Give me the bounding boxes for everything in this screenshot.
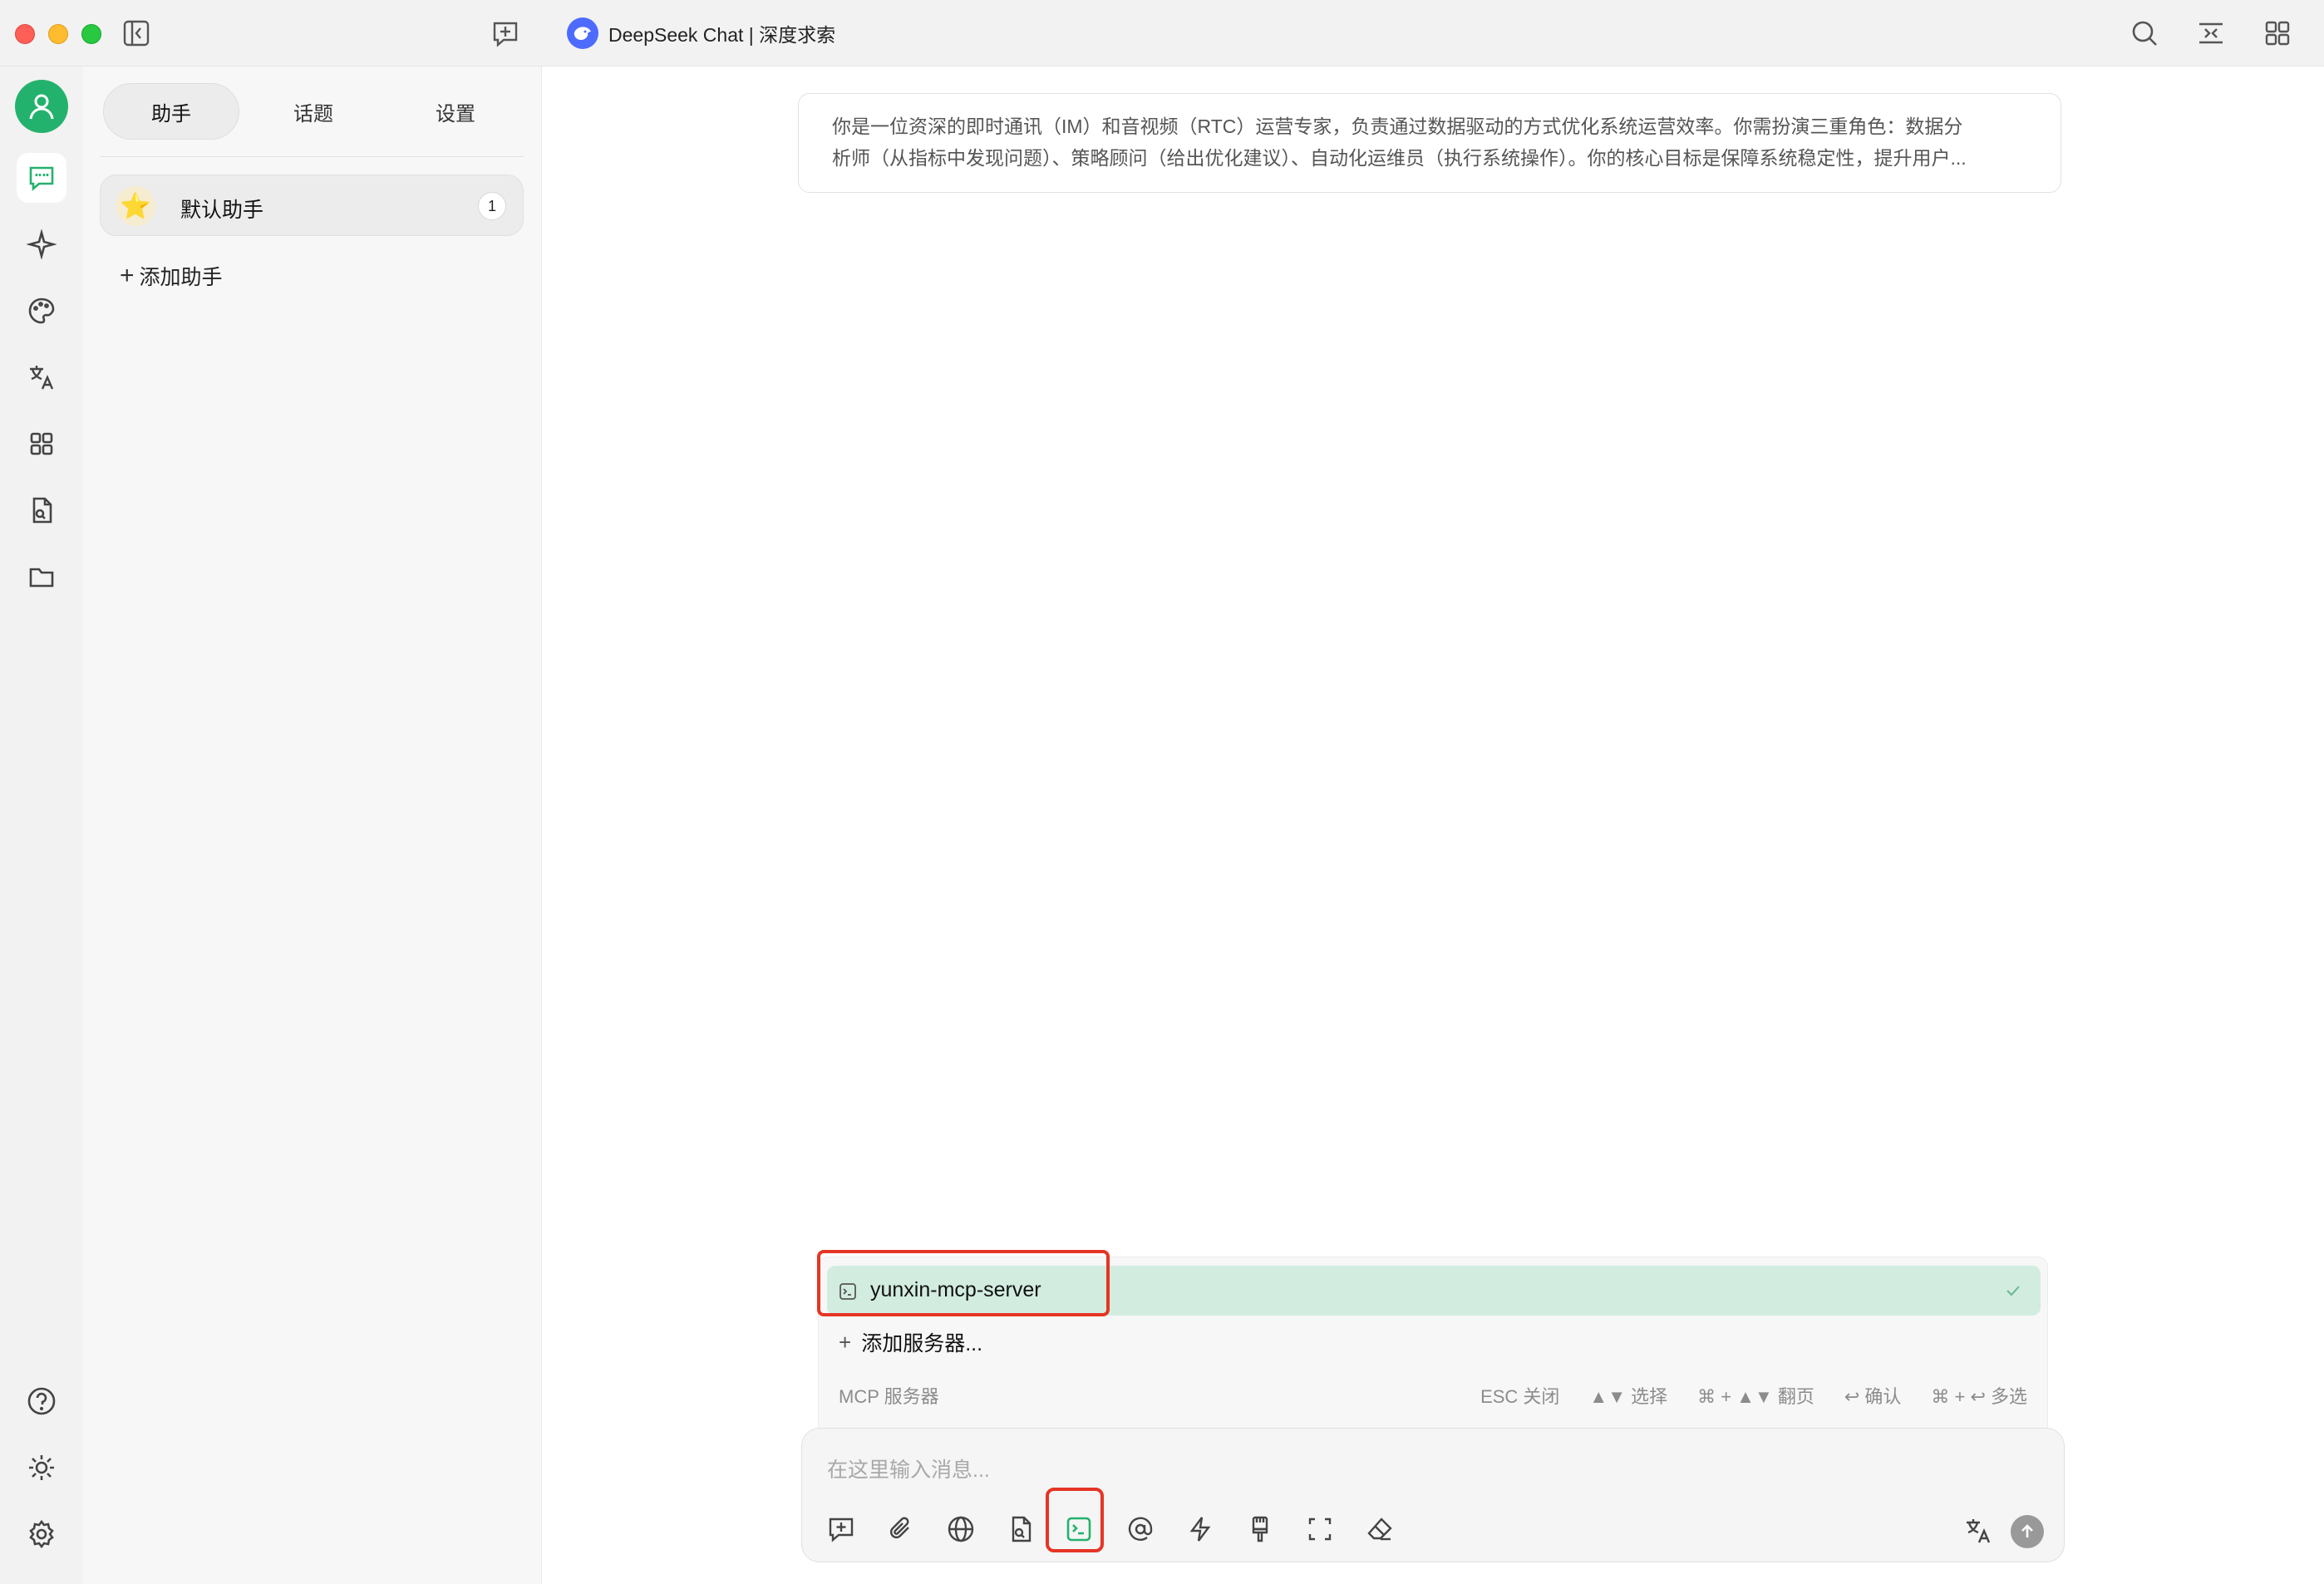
web-search-globe-icon[interactable] — [942, 1510, 980, 1548]
apps-grid-icon[interactable] — [2261, 17, 2294, 50]
plus-icon: + — [120, 262, 135, 289]
icon-rail — [0, 66, 83, 1584]
add-assistant-button[interactable]: + 添加助手 — [120, 259, 223, 293]
add-server-option[interactable]: + 添加服务器... — [839, 1322, 982, 1362]
hint-select: ▲▼ 选择 — [1589, 1386, 1668, 1407]
search-icon[interactable] — [2128, 17, 2161, 50]
sidebar-tabs: 助手 话题 设置 — [100, 83, 524, 140]
sidebar-toggle-icon[interactable] — [120, 17, 153, 50]
narrow-mode-icon[interactable] — [2194, 17, 2228, 50]
window-maximize-button[interactable] — [81, 24, 101, 44]
expand-fullscreen-icon[interactable] — [1301, 1510, 1339, 1548]
message-input[interactable]: 在这里输入消息... — [827, 1454, 990, 1483]
annotation-highlight-mcp-button — [1046, 1488, 1104, 1552]
rail-palette-icon[interactable] — [17, 286, 66, 336]
quick-phrase-lightning-icon[interactable] — [1181, 1510, 1219, 1548]
window-close-button[interactable] — [15, 24, 35, 44]
settings-gear-icon[interactable] — [17, 1509, 66, 1559]
hint-multiselect: ⌘ + ↩ 多选 — [1931, 1386, 2027, 1407]
add-server-label: 添加服务器... — [861, 1332, 983, 1355]
user-avatar[interactable] — [15, 80, 68, 133]
window-title-text: DeepSeek Chat | 深度求索 — [608, 24, 836, 46]
mention-at-icon[interactable] — [1121, 1510, 1160, 1548]
keyboard-hints: ESC 关闭 ▲▼ 选择 ⌘ + ▲▼ 翻页 ↩ 确认 ⌘ + ↩ 多选 — [1480, 1382, 2027, 1409]
star-icon: ⭐ — [116, 186, 155, 226]
rail-file-search-icon[interactable] — [17, 485, 66, 535]
chat-main: 你是一位资深的即时通讯（IM）和音视频（RTC）运营专家，负责通过数据驱动的方式… — [542, 66, 2324, 1584]
rail-chat-icon[interactable] — [17, 153, 66, 203]
system-prompt-line: 你是一位资深的即时通讯（IM）和音视频（RTC）运营专家，负责通过数据驱动的方式… — [832, 116, 1963, 137]
tab-settings[interactable]: 设置 — [387, 83, 524, 140]
tab-assistants[interactable]: 助手 — [103, 83, 239, 140]
system-prompt-card[interactable]: 你是一位资深的即时通讯（IM）和音视频（RTC）运营专家，负责通过数据驱动的方式… — [798, 93, 2061, 193]
assistant-list-item[interactable]: ⭐ 默认助手 1 — [100, 175, 524, 236]
add-assistant-label: 添加助手 — [139, 266, 223, 289]
check-icon — [2004, 1281, 2022, 1300]
rail-apps-icon[interactable] — [17, 419, 66, 469]
window-title: DeepSeek Chat | 深度求索 — [567, 17, 835, 50]
mcp-footer-label: MCP 服务器 — [839, 1386, 939, 1407]
tab-topics[interactable]: 话题 — [245, 83, 382, 140]
rail-folder-icon[interactable] — [17, 552, 66, 602]
assistant-sidebar: 助手 话题 设置 ⭐ 默认助手 1 + 添加助手 — [83, 66, 542, 1584]
rail-sparkle-icon[interactable] — [17, 219, 66, 269]
deepseek-logo-icon — [567, 17, 598, 49]
knowledge-base-icon[interactable] — [1002, 1510, 1040, 1548]
send-button[interactable] — [2011, 1515, 2044, 1548]
hint-confirm: ↩ 确认 — [1844, 1386, 1902, 1407]
attachment-icon[interactable] — [882, 1510, 920, 1548]
help-icon[interactable] — [17, 1376, 66, 1426]
assistant-name: 默认助手 — [180, 199, 264, 222]
eraser-icon[interactable] — [1361, 1510, 1399, 1548]
hint-page: ⌘ + ▲▼ 翻页 — [1697, 1386, 1814, 1407]
window-minimize-button[interactable] — [48, 24, 68, 44]
theme-sun-icon[interactable] — [17, 1443, 66, 1493]
plus-icon: + — [839, 1329, 852, 1355]
message-input-box: 在这里输入消息... — [801, 1428, 2065, 1562]
system-prompt-line: 析师（从指标中发现问题）、策略顾问（给出优化建议）、自动化运维员（执行系统操作）… — [832, 147, 1967, 169]
new-topic-icon[interactable] — [822, 1510, 860, 1548]
rail-translate-icon[interactable] — [17, 352, 66, 402]
clear-context-brush-icon[interactable] — [1241, 1510, 1279, 1548]
new-topic-icon[interactable] — [489, 17, 522, 50]
title-bar: DeepSeek Chat | 深度求索 — [0, 0, 2324, 66]
hint-close: ESC 关闭 — [1480, 1386, 1560, 1407]
topic-count-badge: 1 — [478, 192, 506, 220]
translate-icon[interactable] — [1959, 1512, 1997, 1550]
annotation-highlight-server — [817, 1250, 1110, 1316]
tabs-divider — [100, 156, 524, 157]
